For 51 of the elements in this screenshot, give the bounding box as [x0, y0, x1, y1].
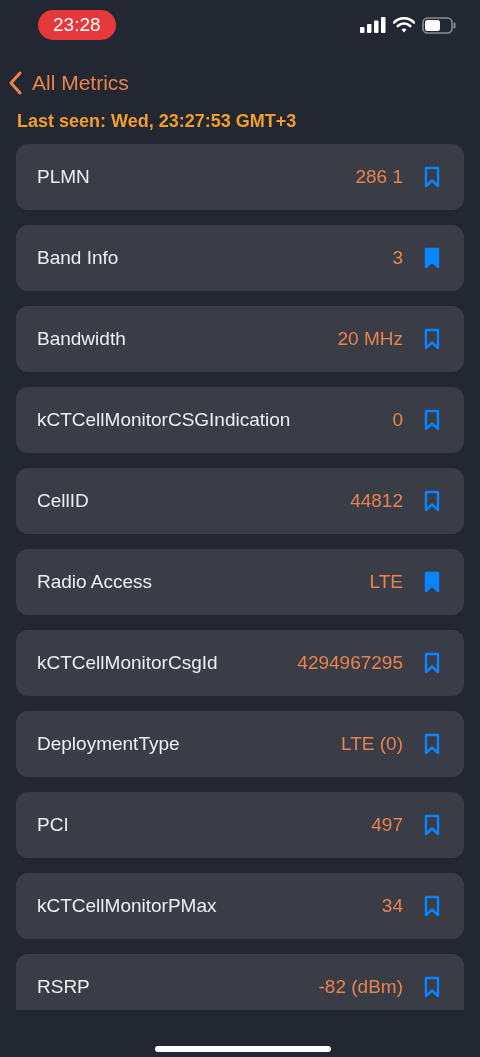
metric-name: Band Info: [37, 245, 120, 270]
bookmark-icon[interactable]: [424, 490, 440, 512]
metric-card[interactable]: Bandwidth 20 MHz: [16, 306, 464, 372]
metric-card[interactable]: PLMN 286 1: [16, 144, 464, 210]
bookmark-filled-icon[interactable]: [424, 571, 440, 593]
metric-card[interactable]: kCTCellMonitorPMax 34: [16, 873, 464, 939]
metric-name: DeploymentType: [37, 731, 181, 756]
chevron-left-icon: [8, 71, 22, 95]
metric-name: kCTCellMonitorCSGIndication: [37, 407, 292, 432]
metric-name: kCTCellMonitorCsgId: [37, 650, 219, 675]
metric-value: -82 (dBm): [318, 974, 403, 999]
metric-card[interactable]: PCI 497: [16, 792, 464, 858]
metric-name: PCI: [37, 812, 70, 837]
metric-name: kCTCellMonitorPMax: [37, 893, 218, 918]
metric-value: 286 1: [355, 164, 403, 189]
metric-value: 34: [381, 893, 403, 918]
metric-value: LTE (0): [341, 731, 403, 756]
metric-value: 497: [371, 812, 403, 837]
signal-icon: [360, 17, 386, 33]
bookmark-icon[interactable]: [424, 895, 440, 917]
metric-value: LTE: [369, 569, 403, 594]
metric-value: 44812: [350, 488, 403, 513]
metric-card[interactable]: kCTCellMonitorCsgId 4294967295: [16, 630, 464, 696]
metric-value: 0: [392, 407, 403, 432]
metric-name: RSRP: [37, 974, 91, 999]
metric-card[interactable]: Band Info 3: [16, 225, 464, 291]
status-time: 23:28: [38, 9, 116, 41]
back-button[interactable]: All Metrics: [8, 68, 129, 98]
metric-card[interactable]: RSRP -82 (dBm): [16, 954, 464, 1010]
bookmark-icon[interactable]: [424, 409, 440, 431]
metric-value: 4294967295: [297, 650, 403, 675]
metric-name: Bandwidth: [37, 326, 127, 351]
metric-card[interactable]: Radio Access LTE: [16, 549, 464, 615]
bookmark-filled-icon[interactable]: [424, 247, 440, 269]
metric-name: Radio Access: [37, 569, 154, 594]
metric-card[interactable]: CellID 44812: [16, 468, 464, 534]
bookmark-icon[interactable]: [424, 166, 440, 188]
bookmark-icon[interactable]: [424, 733, 440, 755]
bookmark-icon[interactable]: [424, 328, 440, 350]
metric-name: CellID: [37, 488, 90, 513]
bookmark-icon[interactable]: [424, 814, 440, 836]
bookmark-icon[interactable]: [424, 976, 440, 998]
metric-name: PLMN: [37, 164, 91, 189]
metric-card[interactable]: DeploymentType LTE (0): [16, 711, 464, 777]
wifi-icon: [393, 17, 415, 33]
last-seen-text: Last seen: Wed, 23:27:53 GMT+3: [17, 110, 298, 133]
bookmark-icon[interactable]: [424, 652, 440, 674]
metric-value: 20 MHz: [337, 326, 403, 351]
metric-value: 3: [392, 245, 403, 270]
metric-card[interactable]: kCTCellMonitorCSGIndication 0: [16, 387, 464, 453]
battery-icon: [422, 16, 456, 34]
